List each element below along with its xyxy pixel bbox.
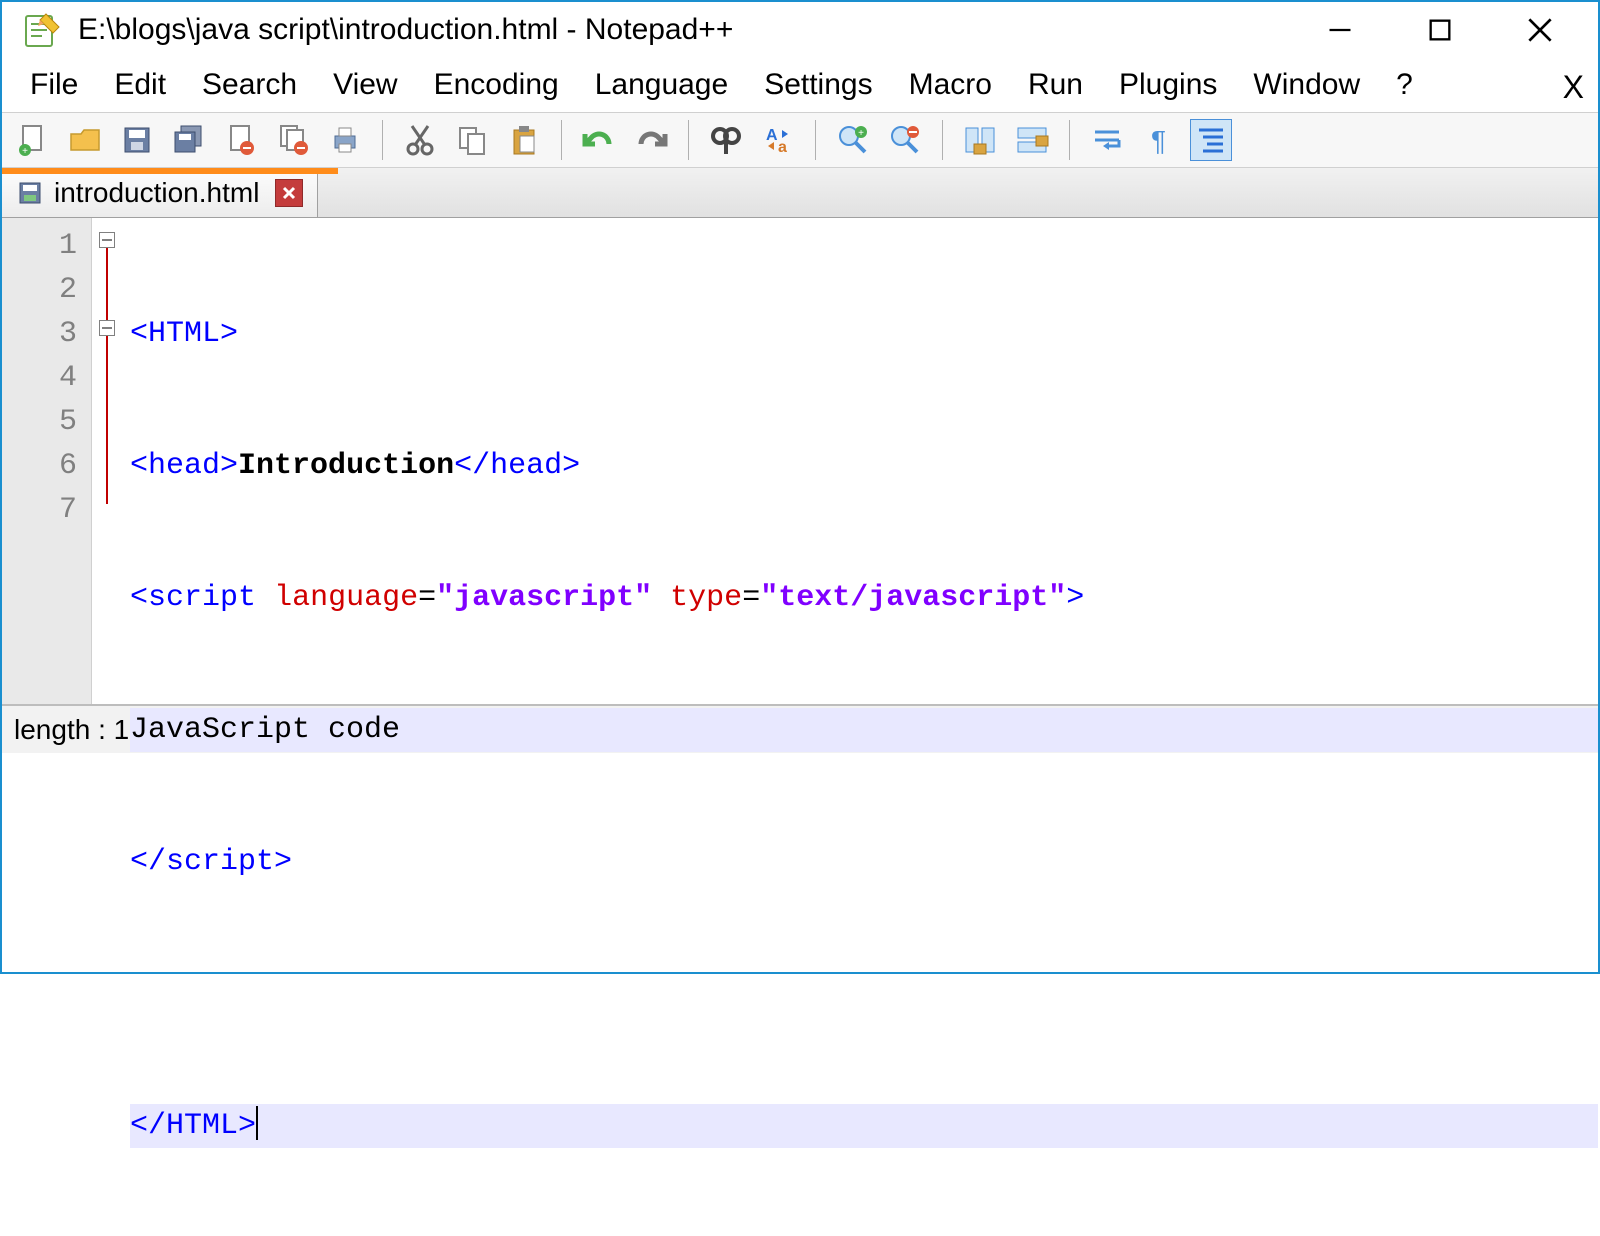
svg-text:+: + xyxy=(22,146,28,157)
copy-icon[interactable] xyxy=(451,119,493,161)
zoom-in-icon[interactable]: + xyxy=(832,119,874,161)
save-all-icon[interactable] xyxy=(168,119,210,161)
window-controls xyxy=(1320,10,1590,50)
replace-icon[interactable]: Aa xyxy=(757,119,799,161)
close-file-icon[interactable] xyxy=(220,119,262,161)
menu-search[interactable]: Search xyxy=(184,62,315,108)
svg-text:+: + xyxy=(858,128,864,139)
toolbar-overflow-close[interactable]: X xyxy=(1563,69,1584,106)
menu-encoding[interactable]: Encoding xyxy=(416,62,577,108)
menu-run[interactable]: Run xyxy=(1010,62,1101,108)
editor[interactable]: 1 2 3 4 5 6 7 <HTML> <head>Introduction<… xyxy=(2,218,1598,705)
undo-icon[interactable] xyxy=(578,119,620,161)
print-icon[interactable] xyxy=(324,119,366,161)
svg-text:A: A xyxy=(766,127,778,144)
line-number-gutter: 1 2 3 4 5 6 7 xyxy=(2,218,92,704)
fold-column[interactable] xyxy=(92,218,124,704)
toolbar-separator xyxy=(688,120,689,160)
toolbar-separator xyxy=(1069,120,1070,160)
menu-window[interactable]: Window xyxy=(1235,62,1378,108)
tab-close-button[interactable] xyxy=(275,179,303,207)
toolbar-separator xyxy=(382,120,383,160)
maximize-button[interactable] xyxy=(1420,10,1460,50)
function-list-icon[interactable] xyxy=(1190,119,1232,161)
text-caret xyxy=(256,1106,258,1140)
save-icon[interactable] xyxy=(116,119,158,161)
zoom-out-icon[interactable] xyxy=(884,119,926,161)
toolbar-separator xyxy=(815,120,816,160)
toolbar-separator xyxy=(942,120,943,160)
svg-text:a: a xyxy=(778,139,787,156)
code-area[interactable]: <HTML> <head>Introduction</head> <script… xyxy=(124,218,1598,704)
menu-bar: File Edit Search View Encoding Language … xyxy=(2,58,1598,112)
paste-icon[interactable] xyxy=(503,119,545,161)
app-icon xyxy=(22,10,62,50)
file-icon xyxy=(16,179,44,207)
menu-file[interactable]: File xyxy=(12,62,96,108)
tab-introduction[interactable]: introduction.html xyxy=(2,168,318,217)
toolbar-separator xyxy=(561,120,562,160)
find-icon[interactable] xyxy=(705,119,747,161)
fold-toggle[interactable] xyxy=(99,232,115,248)
open-file-icon[interactable] xyxy=(64,119,106,161)
menu-macro[interactable]: Macro xyxy=(891,62,1010,108)
tab-bar: introduction.html xyxy=(2,168,1598,218)
show-all-chars-icon[interactable]: ¶ xyxy=(1138,119,1180,161)
menu-edit[interactable]: Edit xyxy=(96,62,184,108)
wordwrap-icon[interactable] xyxy=(1086,119,1128,161)
svg-text:¶: ¶ xyxy=(1151,125,1166,156)
minimize-button[interactable] xyxy=(1320,10,1360,50)
menu-view[interactable]: View xyxy=(315,62,415,108)
cut-icon[interactable] xyxy=(399,119,441,161)
menu-plugins[interactable]: Plugins xyxy=(1101,62,1235,108)
menu-language[interactable]: Language xyxy=(577,62,746,108)
sync-h-scroll-icon[interactable] xyxy=(1011,119,1053,161)
fold-toggle[interactable] xyxy=(99,320,115,336)
redo-icon[interactable] xyxy=(630,119,672,161)
window-title: E:\blogs\java script\introduction.html -… xyxy=(78,13,1320,47)
close-all-icon[interactable] xyxy=(272,119,314,161)
toolbar: + Aa + ¶ xyxy=(2,112,1598,168)
menu-help[interactable]: ? xyxy=(1378,62,1431,108)
title-bar: E:\blogs\java script\introduction.html -… xyxy=(2,2,1598,58)
menu-settings[interactable]: Settings xyxy=(746,62,890,108)
close-window-button[interactable] xyxy=(1520,10,1560,50)
sync-v-scroll-icon[interactable] xyxy=(959,119,1001,161)
new-file-icon[interactable]: + xyxy=(12,119,54,161)
tab-label: introduction.html xyxy=(54,177,259,209)
